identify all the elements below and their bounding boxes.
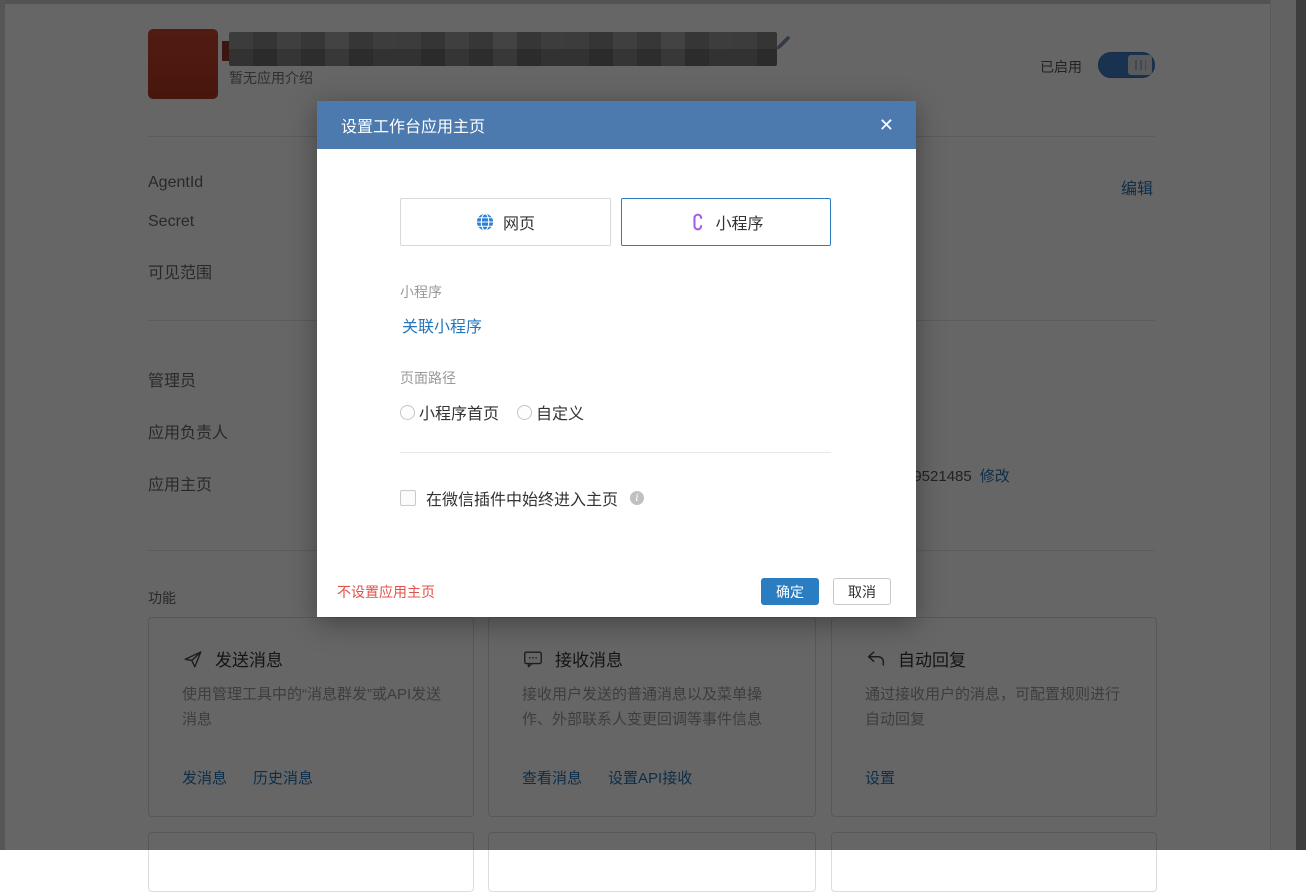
tab-webpage[interactable]: 网页: [400, 198, 611, 246]
dialog-title: 设置工作台应用主页: [341, 113, 879, 137]
radio-circle[interactable]: [400, 405, 415, 420]
info-icon[interactable]: i: [630, 491, 644, 505]
checkbox-label: 在微信插件中始终进入主页: [426, 486, 618, 510]
radio-miniprogram-home[interactable]: 小程序首页: [400, 400, 499, 424]
set-homepage-dialog: 设置工作台应用主页 ✕ 网页 小程序 小程序 关联小程序 页面路径 小程序首页: [317, 101, 916, 617]
divider: [400, 452, 831, 453]
associate-miniprogram-link[interactable]: 关联小程序: [402, 313, 482, 337]
globe-icon: [476, 213, 494, 231]
radio-label: 小程序首页: [419, 400, 499, 424]
no-homepage-link[interactable]: 不设置应用主页: [337, 582, 435, 602]
miniprogram-icon: [688, 213, 706, 231]
page-path-radio-group: 小程序首页 自定义: [400, 400, 584, 424]
cancel-button[interactable]: 取消: [833, 578, 891, 605]
close-icon[interactable]: ✕: [879, 116, 894, 134]
tab-miniprogram-selected[interactable]: 小程序: [621, 198, 831, 246]
dialog-header: 设置工作台应用主页 ✕: [317, 101, 916, 149]
miniprogram-field-label: 小程序: [400, 282, 442, 302]
radio-circle[interactable]: [517, 405, 532, 420]
tab-label: 小程序: [715, 210, 763, 234]
radio-label: 自定义: [536, 400, 584, 424]
confirm-button[interactable]: 确定: [761, 578, 819, 605]
tab-label: 网页: [503, 210, 535, 234]
always-enter-homepage-checkbox[interactable]: [400, 490, 416, 506]
page-path-label: 页面路径: [400, 368, 456, 388]
radio-custom[interactable]: 自定义: [517, 400, 584, 424]
wechat-plugin-checkbox-row: 在微信插件中始终进入主页 i: [400, 486, 644, 510]
